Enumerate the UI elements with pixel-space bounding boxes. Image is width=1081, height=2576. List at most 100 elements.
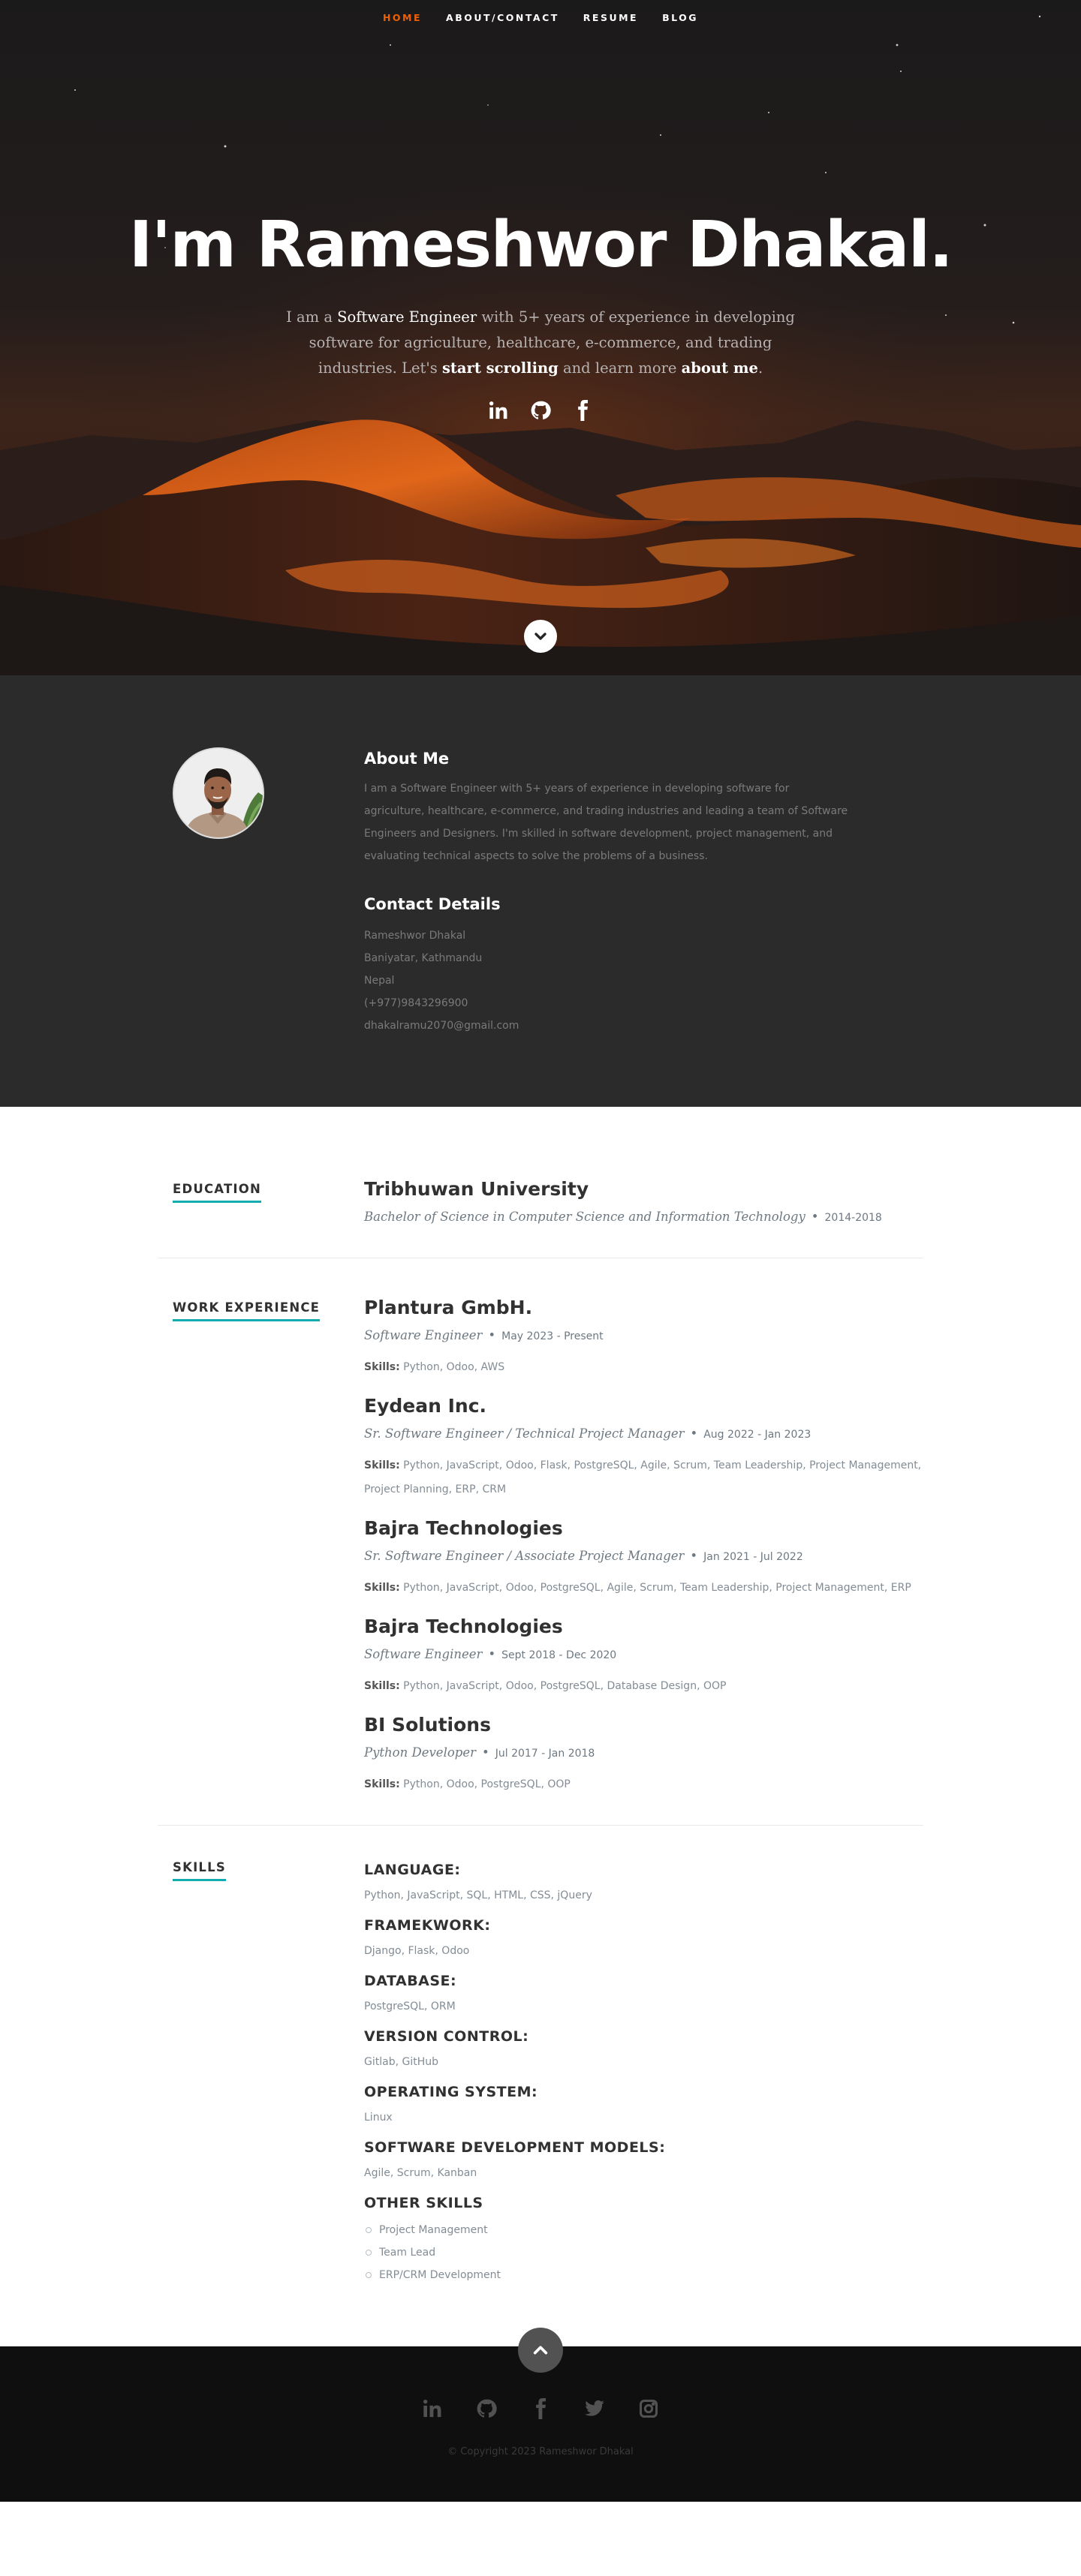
- job-date: May 2023 - Present: [501, 1330, 604, 1342]
- nav-blog[interactable]: BLOG: [650, 12, 710, 23]
- job-entry: Bajra Technologies Sr. Software Engineer…: [364, 1515, 923, 1600]
- skill-group: SOFTWARE DEVELOPMENT MODELS: Agile, Scrum…: [364, 2136, 923, 2183]
- contact-title: Contact Details: [364, 895, 501, 913]
- job-title: Python Developer: [364, 1745, 476, 1760]
- skills-label: Skills:: [364, 1582, 400, 1594]
- hero-sub-role: Software Engineer: [337, 308, 477, 326]
- job-date: Jan 2021 - Jul 2022: [703, 1551, 803, 1563]
- contact-email[interactable]: dhakalramu2070@gmail.com: [364, 1014, 852, 1037]
- skill-group-title: FRAMEKWORK:: [364, 1917, 491, 1934]
- separator-dot: •: [690, 1549, 698, 1563]
- skill-group-value: Gitlab, GitHub: [364, 2056, 438, 2068]
- about-me-link[interactable]: about me: [682, 359, 758, 377]
- start-scrolling-link[interactable]: start scrolling: [442, 359, 559, 377]
- job-entry: Plantura GmbH. Software Engineer • May 202…: [364, 1294, 923, 1379]
- skill-group-title: LANGUAGE:: [364, 1862, 461, 1878]
- linkedin-icon[interactable]: [487, 399, 510, 422]
- work-heading: WORK EXPERIENCE: [173, 1300, 321, 1321]
- twitter-icon[interactable]: [583, 2397, 606, 2420]
- hero-banner: I'm Rameshwor Dhakal. I am a Software En…: [0, 204, 1081, 381]
- footer-social-links: [0, 2397, 1081, 2420]
- skill-group: DATABASE: PostgreSQL, ORM: [364, 1970, 923, 2016]
- skills-list: Python, JavaScript, Odoo, PostgreSQL, Da…: [399, 1680, 727, 1692]
- job-entry: BI Solutions Python Developer • Jul 2017 -…: [364, 1712, 923, 1796]
- job-skills: Skills: Python, JavaScript, Odoo, Postgr…: [364, 1576, 923, 1600]
- skill-group: OPERATING SYSTEM: Linux: [364, 2081, 923, 2127]
- work-row: WORK EXPERIENCE Plantura GmbH. Software …: [158, 1294, 923, 1796]
- skills-list: Python, Odoo, AWS: [399, 1361, 505, 1373]
- degree-name: Bachelor of Science in Computer Science …: [364, 1210, 805, 1224]
- other-skills-list: Project Management Team Lead ERP/CRM Dev…: [364, 2219, 923, 2286]
- education-block: EDUCATION Tribhuwan University Bachelor …: [158, 1107, 923, 1258]
- job-entry: Eydean Inc. Sr. Software Engineer / Tech…: [364, 1393, 923, 1501]
- skill-group-value: Linux: [364, 2112, 393, 2124]
- education-years: 2014-2018: [824, 1212, 882, 1224]
- contact-address-line-2: Nepal: [364, 975, 395, 987]
- job-date: Jul 2017 - Jan 2018: [495, 1748, 595, 1760]
- hero-sub-text-1: I am a: [286, 308, 338, 326]
- hero-section: I'm Rameshwor Dhakal. I am a Software En…: [0, 0, 1081, 675]
- job-title: Software Engineer: [364, 1328, 483, 1342]
- facebook-icon[interactable]: [571, 399, 594, 422]
- company-name: Bajra Technologies: [364, 1517, 563, 1539]
- facebook-icon[interactable]: [529, 2397, 552, 2420]
- nav-about-contact[interactable]: ABOUT/CONTACT: [434, 12, 571, 23]
- education-entry: Tribhuwan University Bachelor of Science…: [364, 1176, 923, 1228]
- separator-dot: •: [482, 1745, 489, 1760]
- hero-social-links: [0, 399, 1081, 422]
- job-entry: Bajra Technologies Software Engineer • Sep…: [364, 1613, 923, 1698]
- job-skills: Skills: Python, JavaScript, Odoo, Postgr…: [364, 1674, 923, 1698]
- scroll-down-button[interactable]: [524, 620, 557, 653]
- job-title: Sr. Software Engineer / Technical Projec…: [364, 1426, 685, 1441]
- skills-block: SKILLS LANGUAGE: Python, JavaScript, SQL,…: [158, 1826, 923, 2346]
- contact-address-line-1: Baniyatar, Kathmandu: [364, 952, 483, 964]
- job-info: Sr. Software Engineer / Associate Projec…: [364, 1547, 923, 1567]
- job-info: Sr. Software Engineer / Technical Projec…: [364, 1424, 923, 1444]
- github-icon[interactable]: [475, 2397, 498, 2420]
- job-date: Sept 2018 - Dec 2020: [501, 1649, 617, 1661]
- hero-subtitle: I am a Software Engineer with 5+ years o…: [270, 305, 811, 381]
- about-section: About Me I am a Software Engineer with 5…: [0, 675, 1081, 1107]
- list-item: Team Lead: [364, 2241, 923, 2264]
- instagram-icon[interactable]: [637, 2397, 660, 2420]
- github-icon[interactable]: [529, 399, 552, 422]
- skill-group-value: Python, JavaScript, SQL, HTML, CSS, jQue…: [364, 1889, 592, 1901]
- about-content: About Me I am a Software Engineer with 5…: [364, 747, 852, 1037]
- company-name: Plantura GmbH.: [364, 1297, 533, 1318]
- job-info: Software Engineer • Sept 2018 - Dec 2020: [364, 1645, 923, 1665]
- skill-group: VERSION CONTROL: Gitlab, GitHub: [364, 2025, 923, 2072]
- skill-group: FRAMEKWORK: Django, Flask, Odoo: [364, 1914, 923, 1961]
- skill-group-title: SOFTWARE DEVELOPMENT MODELS:: [364, 2139, 666, 2156]
- skill-group-value: Agile, Scrum, Kanban: [364, 2167, 477, 2179]
- list-item: ERP/CRM Development: [364, 2264, 923, 2286]
- skills-label: Skills:: [364, 1361, 400, 1373]
- contact-name: Rameshwor Dhakal: [364, 930, 466, 942]
- company-name: Bajra Technologies: [364, 1616, 563, 1637]
- job-title: Sr. Software Engineer / Associate Projec…: [364, 1549, 685, 1563]
- skills-label: Skills:: [364, 1778, 400, 1790]
- separator-dot: •: [488, 1328, 496, 1342]
- work-block: WORK EXPERIENCE Plantura GmbH. Software …: [158, 1258, 923, 1825]
- go-top-button[interactable]: [518, 2328, 563, 2373]
- contact-phone: (+977)9843296900: [364, 997, 468, 1009]
- skill-group-title: OPERATING SYSTEM:: [364, 2084, 538, 2100]
- hero-sub-text-3: and learn more: [558, 359, 682, 377]
- work-entries: Plantura GmbH. Software Engineer • May 202…: [364, 1294, 923, 1796]
- job-skills: Skills: Python, Odoo, AWS: [364, 1355, 923, 1379]
- footer: © Copyright 2023 Rameshwor Dhakal: [0, 2328, 1081, 2502]
- skill-group-value: Django, Flask, Odoo: [364, 1945, 470, 1957]
- work-label-column: WORK EXPERIENCE: [173, 1294, 364, 1796]
- education-heading: EDUCATION: [173, 1182, 261, 1203]
- education-row: EDUCATION Tribhuwan University Bachelor …: [158, 1176, 923, 1228]
- nav-home[interactable]: HOME: [371, 12, 434, 23]
- job-skills: Skills: Python, Odoo, PostgreSQL, OOP: [364, 1772, 923, 1796]
- hero-title: I'm Rameshwor Dhakal.: [128, 208, 953, 282]
- degree-info: Bachelor of Science in Computer Science …: [364, 1207, 923, 1228]
- about-title: About Me: [364, 750, 450, 768]
- education-label-column: EDUCATION: [173, 1176, 364, 1228]
- nav-resume[interactable]: RESUME: [571, 12, 650, 23]
- skill-group-title: VERSION CONTROL:: [364, 2028, 529, 2045]
- linkedin-icon[interactable]: [421, 2397, 444, 2420]
- about-text: I am a Software Engineer with 5+ years o…: [364, 783, 848, 862]
- hero-sub-text-4: .: [757, 359, 763, 377]
